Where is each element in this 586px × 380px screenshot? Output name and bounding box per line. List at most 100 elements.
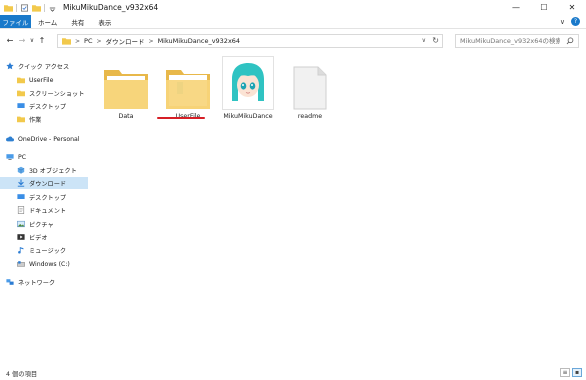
sidebar-item-3d-objects[interactable]: 3D オブジェクト: [0, 164, 88, 176]
quick-access-toolbar: [0, 3, 57, 12]
folder-open-icon: [166, 70, 210, 109]
folder-icon: [17, 116, 25, 123]
text-file-icon: [293, 66, 327, 110]
sidebar-item-userfile[interactable]: UserFile: [0, 74, 88, 86]
video-icon: [17, 234, 25, 240]
sidebar-item-label: ダウンロード: [29, 180, 67, 188]
document-icon: [17, 206, 25, 214]
sidebar-item-label: クイック アクセス: [18, 63, 70, 71]
star-icon: [6, 62, 14, 70]
help-icon[interactable]: ?: [571, 17, 580, 26]
close-button[interactable]: ✕: [558, 0, 586, 15]
ribbon-tabs: ファイル ホーム 共有 表示 ∨ ?: [0, 15, 586, 29]
sidebar-item-label: ミュージック: [29, 247, 67, 255]
network-icon: [6, 279, 14, 285]
file-item-readme[interactable]: readme: [282, 58, 338, 128]
search-box[interactable]: [455, 34, 579, 48]
cloud-icon: [6, 136, 14, 142]
large-icons-view-icon[interactable]: ▪: [572, 368, 582, 377]
maximize-button[interactable]: ☐: [530, 0, 558, 15]
sidebar-item-label: ドキュメント: [29, 207, 67, 215]
desktop-icon: [17, 103, 25, 108]
recent-locations-button[interactable]: ∨: [28, 37, 36, 44]
sidebar-item-label: ピクチャ: [29, 221, 54, 229]
sidebar-item-label: デスクトップ: [29, 103, 67, 111]
properties-icon[interactable]: [20, 3, 29, 12]
folder-icon: [4, 4, 13, 12]
up-button[interactable]: ↑: [36, 36, 48, 45]
breadcrumb-separator[interactable]: >: [149, 38, 154, 45]
sidebar-item-videos[interactable]: ビデオ: [0, 231, 88, 243]
refresh-icon[interactable]: ↻: [432, 36, 439, 45]
window-title: MikuMikuDance_v932x64: [63, 3, 159, 12]
search-icon: [566, 37, 574, 45]
navigation-pane: クイック アクセス UserFile スクリーンショット デスクトップ 作業 O…: [0, 52, 90, 364]
sidebar-item-desktop-pc[interactable]: デスクトップ: [0, 191, 88, 203]
tab-file[interactable]: ファイル: [0, 15, 31, 28]
sidebar-item-windows-c[interactable]: Windows (C:): [0, 258, 88, 270]
tab-share[interactable]: 共有: [64, 15, 91, 28]
expand-ribbon-icon[interactable]: ∨: [560, 18, 565, 26]
sidebar-item-music[interactable]: ミュージック: [0, 244, 88, 256]
sidebar-item-pc[interactable]: PC: [0, 151, 88, 163]
file-item-data[interactable]: Data: [98, 58, 154, 128]
desktop-icon: [17, 194, 25, 199]
sidebar-item-label: スクリーンショット: [29, 90, 85, 98]
new-folder-icon[interactable]: [32, 4, 41, 12]
folder-icon: [62, 38, 71, 45]
sidebar-item-documents[interactable]: ドキュメント: [0, 204, 88, 216]
sidebar-item-network[interactable]: ネットワーク: [0, 276, 88, 288]
forward-button[interactable]: →: [16, 36, 28, 45]
sidebar-item-quick-access[interactable]: クイック アクセス: [0, 60, 88, 72]
sidebar-item-label: ネットワーク: [18, 279, 56, 287]
file-list: Data UserFile MikuMiku: [92, 52, 586, 364]
tab-view[interactable]: 表示: [91, 15, 118, 28]
toolbar-divider: [44, 3, 45, 12]
file-name: Data: [118, 113, 134, 120]
minimize-button[interactable]: —: [502, 0, 530, 15]
pc-icon: [6, 154, 14, 160]
breadcrumb-separator[interactable]: >: [97, 38, 102, 45]
cube-icon: [17, 166, 25, 174]
ribbon-right-controls: ∨ ?: [560, 15, 586, 28]
view-toggle: ≡ ▪: [560, 368, 582, 377]
sidebar-item-label: OneDrive - Personal: [18, 135, 80, 143]
sidebar-item-pictures[interactable]: ピクチャ: [0, 218, 88, 230]
customize-toolbar-icon[interactable]: [48, 4, 57, 12]
item-count: 4 個の項目: [6, 370, 38, 378]
sidebar-item-label: PC: [18, 153, 27, 161]
tab-home[interactable]: ホーム: [31, 15, 64, 28]
address-bar[interactable]: > PC > ダウンロード > MikuMikuDance_v932x64 ∨ …: [57, 34, 443, 48]
sidebar-item-label: 3D オブジェクト: [29, 167, 77, 175]
picture-icon: [17, 220, 25, 228]
address-dropdown-icon[interactable]: ∨: [422, 37, 426, 44]
sidebar-item-screenshots[interactable]: スクリーンショット: [0, 87, 88, 99]
details-view-icon[interactable]: ≡: [560, 368, 570, 377]
sidebar-item-label: ビデオ: [29, 234, 48, 242]
search-input[interactable]: [460, 37, 560, 45]
back-button[interactable]: ←: [4, 36, 16, 45]
breadcrumb-separator[interactable]: >: [75, 38, 80, 45]
sidebar-item-work[interactable]: 作業: [0, 113, 88, 125]
folder-icon: [104, 70, 148, 109]
sidebar-item-downloads[interactable]: ダウンロード: [0, 177, 88, 189]
file-item-mikumikudance[interactable]: MikuMikuDance: [220, 56, 276, 126]
breadcrumb-current-folder[interactable]: MikuMikuDance_v932x64: [158, 37, 241, 45]
sidebar-item-onedrive[interactable]: OneDrive - Personal: [0, 133, 88, 145]
sidebar-item-label: デスクトップ: [29, 194, 67, 202]
file-name: MikuMikuDance: [223, 113, 273, 120]
miku-app-icon: [232, 63, 264, 101]
sidebar-item-label: UserFile: [29, 76, 54, 84]
sidebar-item-desktop[interactable]: デスクトップ: [0, 100, 88, 112]
window-controls: — ☐ ✕: [502, 0, 586, 15]
breadcrumb-pc[interactable]: PC: [84, 37, 92, 45]
title-bar: MikuMikuDance_v932x64 — ☐ ✕: [0, 0, 586, 15]
folder-icon: [17, 90, 25, 97]
navigation-bar: ← → ∨ ↑ > PC > ダウンロード > MikuMikuDance_v9…: [0, 31, 586, 50]
download-icon: [17, 179, 25, 187]
status-bar: 4 個の項目 ≡ ▪: [0, 366, 586, 380]
breadcrumb-downloads[interactable]: ダウンロード: [106, 36, 145, 46]
drive-icon: [17, 261, 25, 267]
folder-icon: [17, 77, 25, 84]
sidebar-item-label: 作業: [29, 116, 42, 124]
